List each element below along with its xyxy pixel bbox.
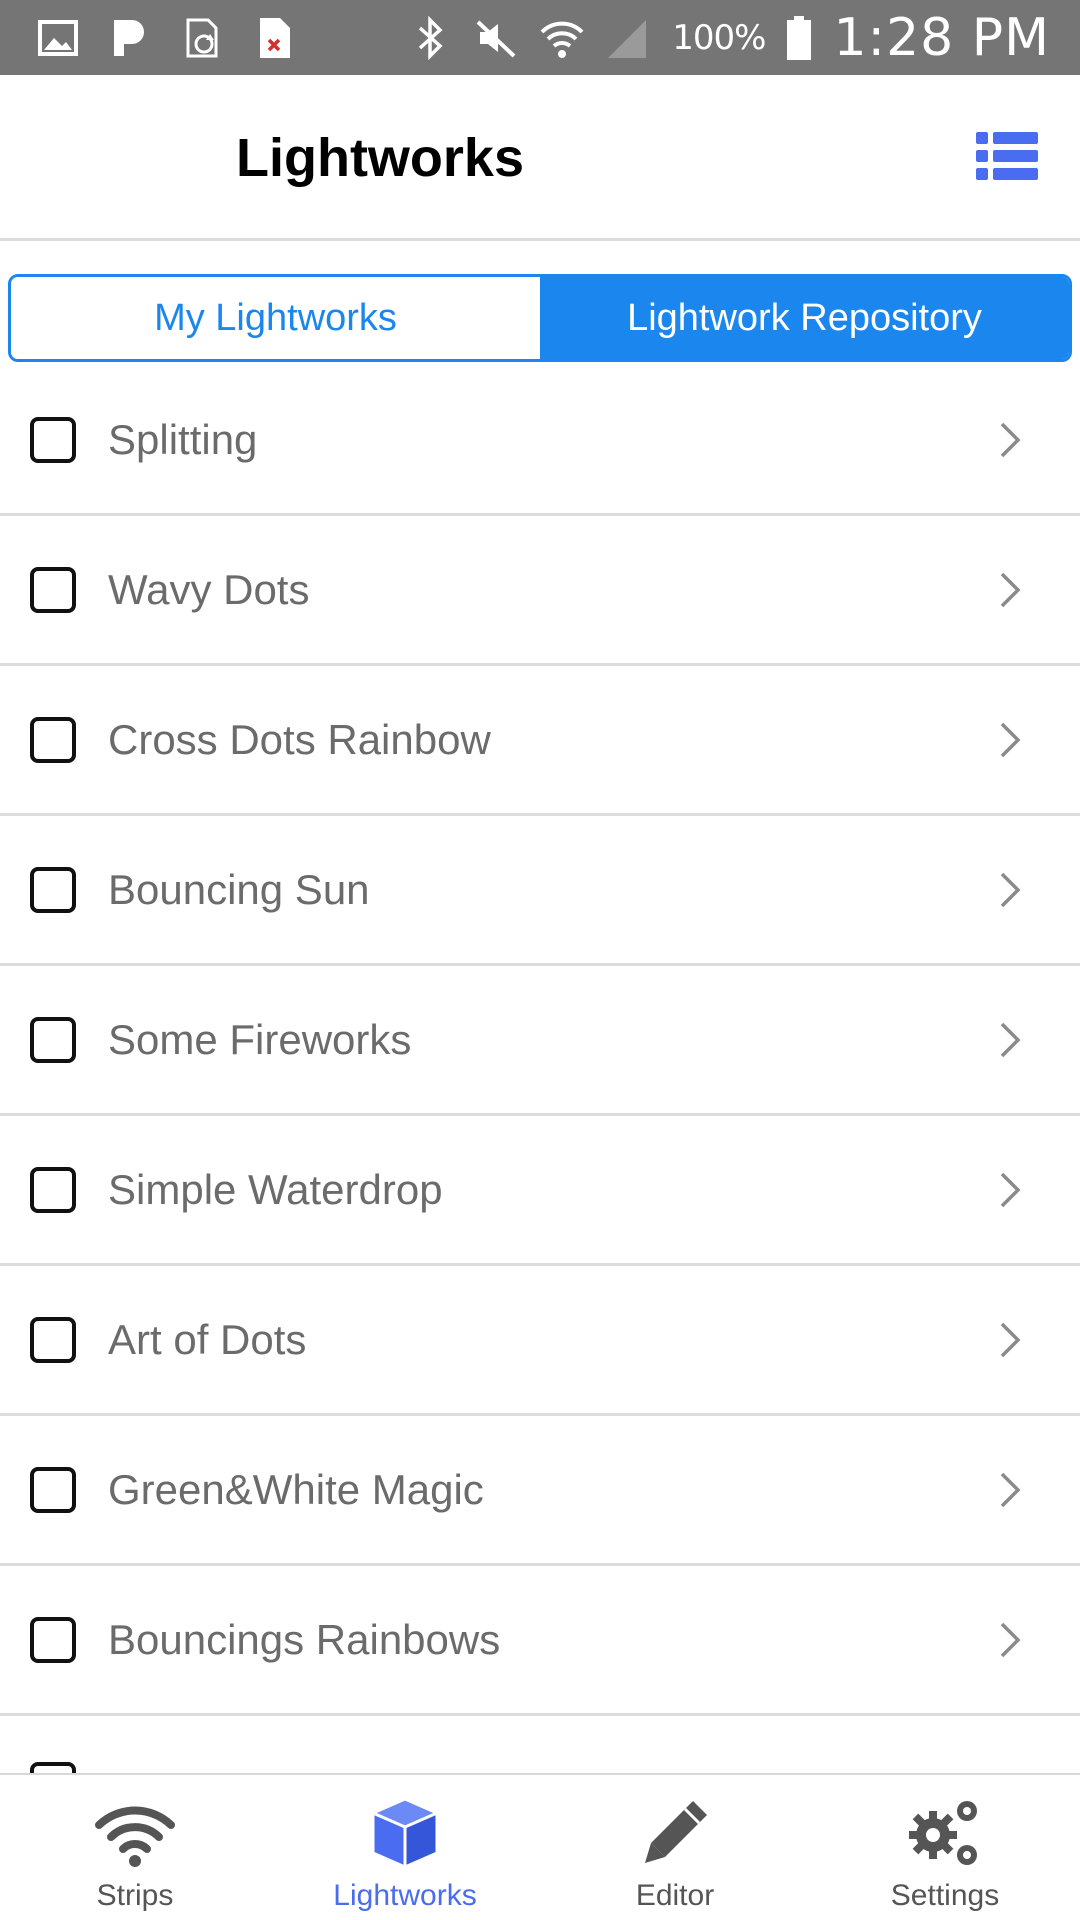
tab-editor[interactable]: Editor <box>540 1775 810 1920</box>
segmented-control: My Lightworks Lightwork Repository <box>8 274 1072 362</box>
tab-label: Strips <box>96 1879 174 1912</box>
list-item-label: Wavy Dots <box>108 565 310 613</box>
list-item[interactable]: Cross Dots Rainbow <box>0 666 1080 816</box>
chevron-right-icon <box>1000 422 1021 457</box>
page-title: Lightworks <box>235 128 524 188</box>
chevron-right-icon <box>1000 1172 1021 1207</box>
checkbox[interactable] <box>30 1762 76 1773</box>
lightwork-list: Splitting Wavy Dots Cross Dots Rainbow B… <box>0 366 1080 1773</box>
gears-icon <box>909 1801 977 1865</box>
cube-icon <box>371 1797 439 1869</box>
list-item-label: Bouncings Rainbows <box>108 1615 501 1663</box>
battery-icon <box>787 15 812 60</box>
checkbox[interactable] <box>30 1166 76 1213</box>
checkbox[interactable] <box>30 716 76 763</box>
checkbox[interactable] <box>30 866 76 913</box>
list-item[interactable]: Bouncing Sun <box>0 816 1080 966</box>
tab-label: Lightworks <box>333 1879 477 1912</box>
wifi-icon <box>540 21 584 58</box>
bluetooth-icon <box>419 15 443 60</box>
checkbox[interactable] <box>30 416 76 463</box>
list-item-label: Art of Dots <box>108 1315 307 1363</box>
file-error-icon <box>260 18 290 58</box>
tab-label: Settings <box>890 1879 1000 1912</box>
sync-icon <box>186 18 218 58</box>
tab-settings[interactable]: Settings <box>810 1775 1080 1920</box>
list-item[interactable]: Wavy Dots <box>0 516 1080 666</box>
chevron-right-icon <box>1000 722 1021 757</box>
checkbox[interactable] <box>30 566 76 613</box>
list-item-label: Green&White Magic <box>108 1465 484 1513</box>
chevron-right-icon <box>1000 1472 1021 1507</box>
list-item-partial[interactable] <box>0 1716 1080 1773</box>
app-header: Lightworks <box>0 75 1080 241</box>
mute-icon <box>476 20 516 57</box>
list-item[interactable]: Green&White Magic <box>0 1416 1080 1566</box>
status-bar-notifications <box>36 14 296 62</box>
checkbox[interactable] <box>30 1616 76 1663</box>
list-item[interactable]: Art of Dots <box>0 1266 1080 1416</box>
list-item-label: Some Fireworks <box>108 1015 412 1063</box>
chevron-right-icon <box>1000 1322 1021 1357</box>
clock: 1:28 PM <box>833 7 1050 68</box>
list-item[interactable]: Simple Waterdrop <box>0 1116 1080 1266</box>
list-view-icon[interactable] <box>976 130 1038 182</box>
list-item[interactable]: Bouncings Rainbows <box>0 1566 1080 1716</box>
signal-icon <box>608 19 647 58</box>
tab-lightworks[interactable]: Lightworks <box>270 1775 540 1920</box>
tab-strips[interactable]: Strips <box>0 1775 270 1920</box>
list-item-label: Cross Dots Rainbow <box>108 715 491 763</box>
pencil-icon <box>645 1801 707 1863</box>
battery-percentage: 100% <box>672 17 766 58</box>
wifi-icon <box>95 1806 175 1867</box>
tab-my-lightworks[interactable]: My Lightworks <box>11 277 540 359</box>
status-bar-system: 100% 1:28 PM <box>408 0 1050 75</box>
list-item-label: Bouncing Sun <box>108 865 370 913</box>
list-item-label: Splitting <box>108 415 258 463</box>
checkbox[interactable] <box>30 1316 76 1363</box>
pandora-icon <box>114 20 144 56</box>
gallery-icon <box>38 20 78 56</box>
chevron-right-icon <box>1000 1622 1021 1657</box>
chevron-right-icon <box>1000 872 1021 907</box>
tab-label: Editor <box>635 1879 715 1912</box>
checkbox[interactable] <box>30 1016 76 1063</box>
chevron-right-icon <box>1000 572 1021 607</box>
list-item[interactable]: Splitting <box>0 366 1080 516</box>
checkbox[interactable] <box>30 1466 76 1513</box>
list-item-label: Simple Waterdrop <box>108 1165 443 1213</box>
bottom-tab-bar: Strips Lightworks Editor Settings <box>0 1773 1080 1920</box>
status-bar: 100% 1:28 PM <box>0 0 1080 75</box>
chevron-right-icon <box>1000 1022 1021 1057</box>
tab-lightwork-repository[interactable]: Lightwork Repository <box>540 277 1069 359</box>
list-item[interactable]: Some Fireworks <box>0 966 1080 1116</box>
